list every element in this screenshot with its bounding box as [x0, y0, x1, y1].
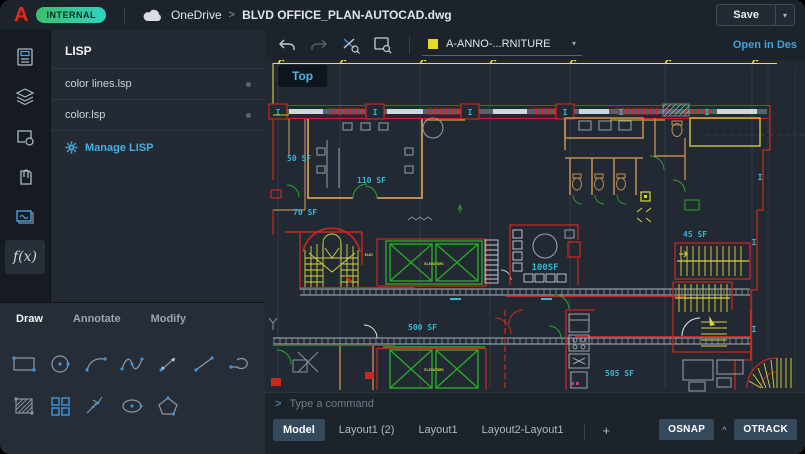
blocks-icon[interactable]: [5, 120, 45, 154]
elevators-label: ELEVATORS: [424, 262, 443, 266]
chevron-right-icon: >: [228, 9, 236, 21]
canvas-toolbar: A-ANNO-...RNITURE ▾ Open in Des: [265, 30, 805, 60]
item-options-dot-icon[interactable]: [246, 112, 251, 118]
spline-tool-icon[interactable]: [114, 343, 150, 385]
command-input[interactable]: Type a command: [289, 398, 373, 410]
line-tool-icon[interactable]: [186, 343, 222, 385]
redo-button[interactable]: [305, 33, 333, 57]
chevron-down-icon: ▾: [571, 39, 576, 48]
svg-text:I: I: [468, 108, 473, 117]
add-layout-button[interactable]: +: [595, 419, 619, 442]
open-in-desktop-link[interactable]: Open in Des: [733, 39, 797, 51]
top-bar: A INTERNAL OneDrive > BLVD OFFICE_PLAN-A…: [0, 0, 805, 30]
autocad-web-window: A INTERNAL OneDrive > BLVD OFFICE_PLAN-A…: [0, 0, 805, 454]
breadcrumb: OneDrive > BLVD OFFICE_PLAN-AUTOCAD.dwg: [171, 8, 452, 22]
svg-text:I: I: [752, 325, 757, 334]
lisp-file-name: color lines.lsp: [65, 78, 132, 90]
tab-draw[interactable]: Draw: [16, 313, 43, 329]
drawing-viewport[interactable]: I I I I I I I I I ELEVATORS ELEC ELEVATORS ⬆ 5…: [265, 60, 805, 392]
draw-tools-panel: Draw Annotate Modify: [0, 302, 265, 454]
manage-lisp-button[interactable]: Manage LISP: [51, 130, 265, 164]
stretch-tool-icon[interactable]: [150, 343, 186, 385]
autocad-logo-icon: A: [14, 4, 29, 26]
polygon-tool-icon[interactable]: [150, 385, 186, 427]
polyline-arc-tool-icon[interactable]: [222, 343, 258, 385]
divider: [123, 7, 125, 23]
onedrive-cloud-icon: [143, 9, 163, 21]
lisp-file-item[interactable]: color lines.lsp: [51, 68, 265, 99]
svg-text:I: I: [752, 238, 757, 247]
divider: [409, 36, 410, 54]
lisp-functions-icon[interactable]: f(x): [5, 240, 45, 274]
zoom-object-icon[interactable]: [337, 33, 365, 57]
zoom-window-icon[interactable]: [369, 33, 397, 57]
chevron-up-icon[interactable]: ^: [722, 425, 726, 435]
save-button[interactable]: Save: [716, 4, 775, 26]
rectangle-tool-icon[interactable]: [6, 343, 42, 385]
lisp-panel-title: LISP: [65, 44, 92, 58]
plot-output-icon[interactable]: [5, 200, 45, 234]
canvas-area: A-ANNO-...RNITURE ▾ Open in Des I I I I …: [265, 30, 805, 454]
tools-tab-bar: Draw Annotate Modify: [0, 303, 265, 335]
svg-text:I: I: [373, 108, 378, 117]
svg-text:I: I: [619, 108, 624, 117]
arc-tool-icon[interactable]: [78, 343, 114, 385]
command-prompt-icon: >: [275, 397, 282, 410]
tab-layout2-layout1[interactable]: Layout2-Layout1: [472, 419, 574, 441]
layer-name: A-ANNO-...RNITURE: [446, 37, 551, 50]
breadcrumb-drive[interactable]: OneDrive: [171, 8, 222, 22]
svg-text:I: I: [276, 108, 281, 117]
sf-label-500: 500 SF: [408, 323, 437, 332]
command-bar[interactable]: > Type a command: [265, 392, 805, 414]
hatch-tool-icon[interactable]: [6, 385, 42, 427]
tab-modify[interactable]: Modify: [151, 313, 186, 329]
tab-layout1-2[interactable]: Layout1 (2): [329, 419, 405, 441]
elec-label: ELEC: [365, 253, 374, 257]
layer-color-swatch: [428, 38, 438, 49]
layer-dropdown[interactable]: A-ANNO-...RNITURE ▾: [422, 35, 582, 56]
sf-label-70: 70 SF: [293, 208, 317, 217]
sf-label-50: 50 SF: [287, 154, 311, 163]
circle-tool-icon[interactable]: [42, 343, 78, 385]
item-options-dot-icon[interactable]: [246, 81, 251, 87]
lisp-file-item[interactable]: color.lsp: [51, 99, 265, 130]
floor-plan-drawing[interactable]: I I I I I I I I I ELEVATORS ELEC ELEVATORS ⬆ 5…: [265, 60, 805, 392]
tab-layout1[interactable]: Layout1: [408, 419, 467, 441]
lisp-file-name: color.lsp: [65, 109, 106, 121]
attachments-icon[interactable]: [5, 160, 45, 194]
sf-label-110: 110 SF: [357, 176, 386, 185]
stair-tiny-label: ⬆: [785, 353, 787, 357]
svg-text:I: I: [705, 108, 710, 117]
sf-label-100: 100SF: [531, 263, 558, 273]
divider: [583, 424, 585, 440]
layout-tab-bar: Model Layout1 (2) Layout1 Layout2-Layout…: [265, 414, 805, 454]
gear-icon: [65, 141, 78, 154]
tool-grid: [0, 335, 265, 435]
block-tool-icon[interactable]: [42, 385, 78, 427]
tab-annotate[interactable]: Annotate: [73, 313, 121, 329]
elevators-label: ELEVATORS: [424, 368, 443, 372]
lisp-panel: LISP color lines.lsp color.lsp Manage LI…: [50, 30, 265, 302]
sf-label-45: 45 SF: [683, 230, 707, 239]
svg-text:I: I: [758, 173, 763, 182]
otrack-toggle[interactable]: OTRACK: [734, 419, 797, 440]
svg-text:I: I: [563, 108, 568, 117]
tab-model[interactable]: Model: [273, 419, 325, 441]
osnap-toggle[interactable]: OSNAP: [659, 419, 715, 440]
dimension-tool-icon[interactable]: [78, 385, 114, 427]
properties-panel-icon[interactable]: [5, 40, 45, 74]
ellipse-tool-icon[interactable]: [114, 385, 150, 427]
view-cube-top-button[interactable]: Top: [278, 65, 328, 87]
chevron-down-icon: ▾: [782, 10, 787, 20]
internal-badge: INTERNAL: [36, 7, 106, 23]
left-icon-rail: f(x): [0, 30, 50, 302]
left-panel: f(x) LISP color lines.lsp color.lsp Mana…: [0, 30, 265, 454]
sf-label-505: 505 SF: [605, 369, 634, 378]
undo-button[interactable]: [273, 33, 301, 57]
save-menu-button[interactable]: ▾: [774, 4, 795, 26]
breadcrumb-filename: BLVD OFFICE_PLAN-AUTOCAD.dwg: [242, 8, 452, 22]
layers-icon[interactable]: [5, 80, 45, 114]
